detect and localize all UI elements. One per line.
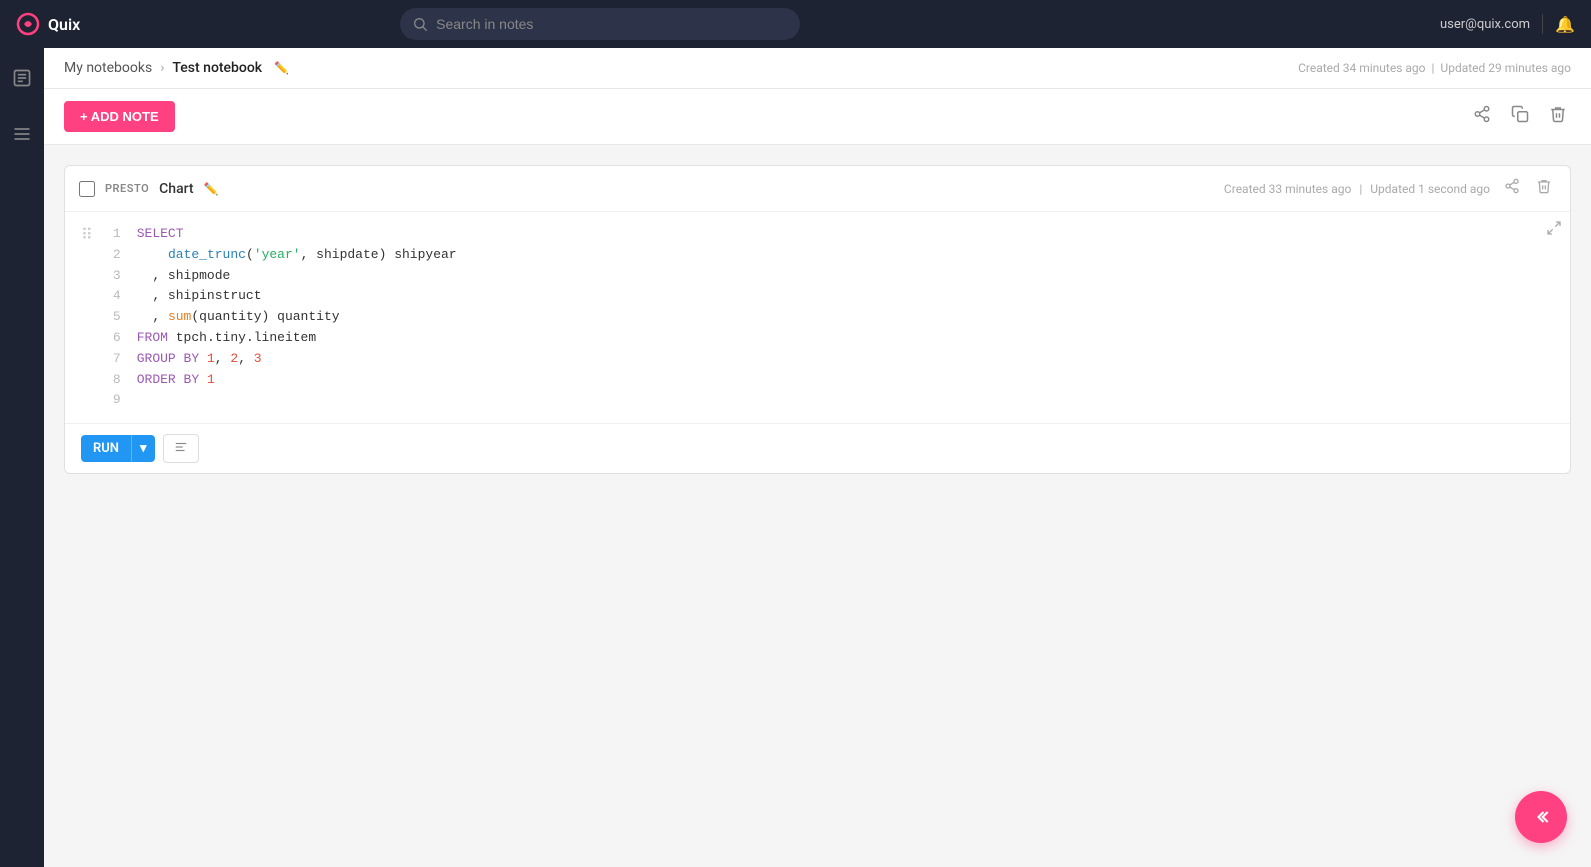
breadcrumb-current: Test notebook: [172, 60, 262, 76]
share-button[interactable]: [1469, 101, 1495, 132]
copy-button[interactable]: [1507, 101, 1533, 132]
note-header-meta: Created 33 minutes ago | Updated 1 secon…: [1224, 182, 1490, 196]
code-editor[interactable]: ⠿ 1 2 3 4 5 6 7 8 9: [65, 212, 1570, 423]
note-checkbox[interactable]: [79, 181, 95, 197]
code-line-9: [137, 390, 457, 411]
fab-button[interactable]: [1515, 791, 1567, 843]
notebook-edit-icon[interactable]: ✏️: [274, 61, 289, 75]
content-area: My notebooks › Test notebook ✏️ Created …: [44, 48, 1591, 867]
note-updated: Updated 1 second ago: [1370, 182, 1490, 196]
note-card-header: PRESTO Chart ✏️ Created 33 minutes ago |…: [65, 166, 1570, 212]
navbar-divider: [1542, 14, 1543, 34]
header-meta: Created 34 minutes ago | Updated 29 minu…: [1298, 61, 1571, 75]
code-line-8: ORDER BY 1: [137, 370, 457, 391]
search-bar[interactable]: [400, 8, 800, 40]
note-card: PRESTO Chart ✏️ Created 33 minutes ago |…: [64, 165, 1571, 474]
sidebar-item-notes[interactable]: [4, 60, 40, 96]
note-title-edit-icon[interactable]: ✏️: [204, 182, 219, 196]
app-body: My notebooks › Test notebook ✏️ Created …: [0, 48, 1591, 867]
code-content[interactable]: SELECT date_trunc('year', shipdate) ship…: [137, 224, 457, 411]
search-icon: [412, 16, 428, 32]
format-button[interactable]: [163, 434, 199, 463]
navbar-right: user@quix.com 🔔: [1440, 14, 1575, 34]
navbar: Quix user@quix.com 🔔: [0, 0, 1591, 48]
run-button-group[interactable]: RUN ▾: [81, 435, 155, 462]
header-updated: Updated 29 minutes ago: [1440, 61, 1571, 75]
add-note-button[interactable]: + ADD NOTE: [64, 101, 175, 132]
code-line-6: FROM tpch.tiny.lineitem: [137, 328, 457, 349]
page-header: My notebooks › Test notebook ✏️ Created …: [44, 48, 1591, 89]
brand-name: Quix: [48, 15, 80, 34]
sidebar-item-menu[interactable]: [4, 116, 40, 152]
note-delete-button[interactable]: [1532, 176, 1556, 201]
note-header-actions: [1500, 176, 1556, 201]
quix-logo: [16, 12, 40, 36]
note-share-button[interactable]: [1500, 176, 1524, 201]
code-line-4: , shipinstruct: [137, 286, 457, 307]
search-input[interactable]: [436, 8, 788, 40]
brand: Quix: [16, 12, 80, 36]
header-sep: |: [1431, 61, 1434, 75]
toolbar: + ADD NOTE: [44, 89, 1591, 145]
expand-button[interactable]: [1546, 220, 1562, 239]
note-created: Created 33 minutes ago: [1224, 182, 1351, 196]
code-line-3: , shipmode: [137, 266, 457, 287]
sidebar: [0, 48, 44, 867]
drag-handle-icon[interactable]: ⠿: [81, 224, 93, 250]
breadcrumb: My notebooks › Test notebook ✏️: [64, 60, 289, 76]
run-button[interactable]: RUN: [81, 435, 132, 462]
breadcrumb-separator: ›: [160, 60, 164, 76]
run-bar: RUN ▾: [65, 423, 1570, 473]
run-dropdown-arrow[interactable]: ▾: [132, 435, 155, 462]
notification-icon[interactable]: 🔔: [1555, 15, 1575, 34]
note-title: Chart: [159, 181, 193, 197]
breadcrumb-parent[interactable]: My notebooks: [64, 60, 152, 76]
delete-button[interactable]: [1545, 101, 1571, 132]
header-created: Created 34 minutes ago: [1298, 61, 1425, 75]
code-line-2: date_trunc('year', shipdate) shipyear: [137, 245, 457, 266]
code-line-7: GROUP BY 1, 2, 3: [137, 349, 457, 370]
toolbar-right: [1469, 101, 1571, 132]
code-lines: 1 2 3 4 5 6 7 8 9 SELECT: [101, 224, 457, 411]
line-numbers: 1 2 3 4 5 6 7 8 9: [101, 224, 121, 411]
code-line-1: SELECT: [137, 224, 457, 245]
notes-area: PRESTO Chart ✏️ Created 33 minutes ago |…: [44, 145, 1591, 867]
note-engine: PRESTO: [105, 182, 149, 195]
user-email: user@quix.com: [1440, 17, 1530, 32]
note-meta-sep: |: [1359, 182, 1362, 196]
code-line-5: , sum(quantity) quantity: [137, 307, 457, 328]
